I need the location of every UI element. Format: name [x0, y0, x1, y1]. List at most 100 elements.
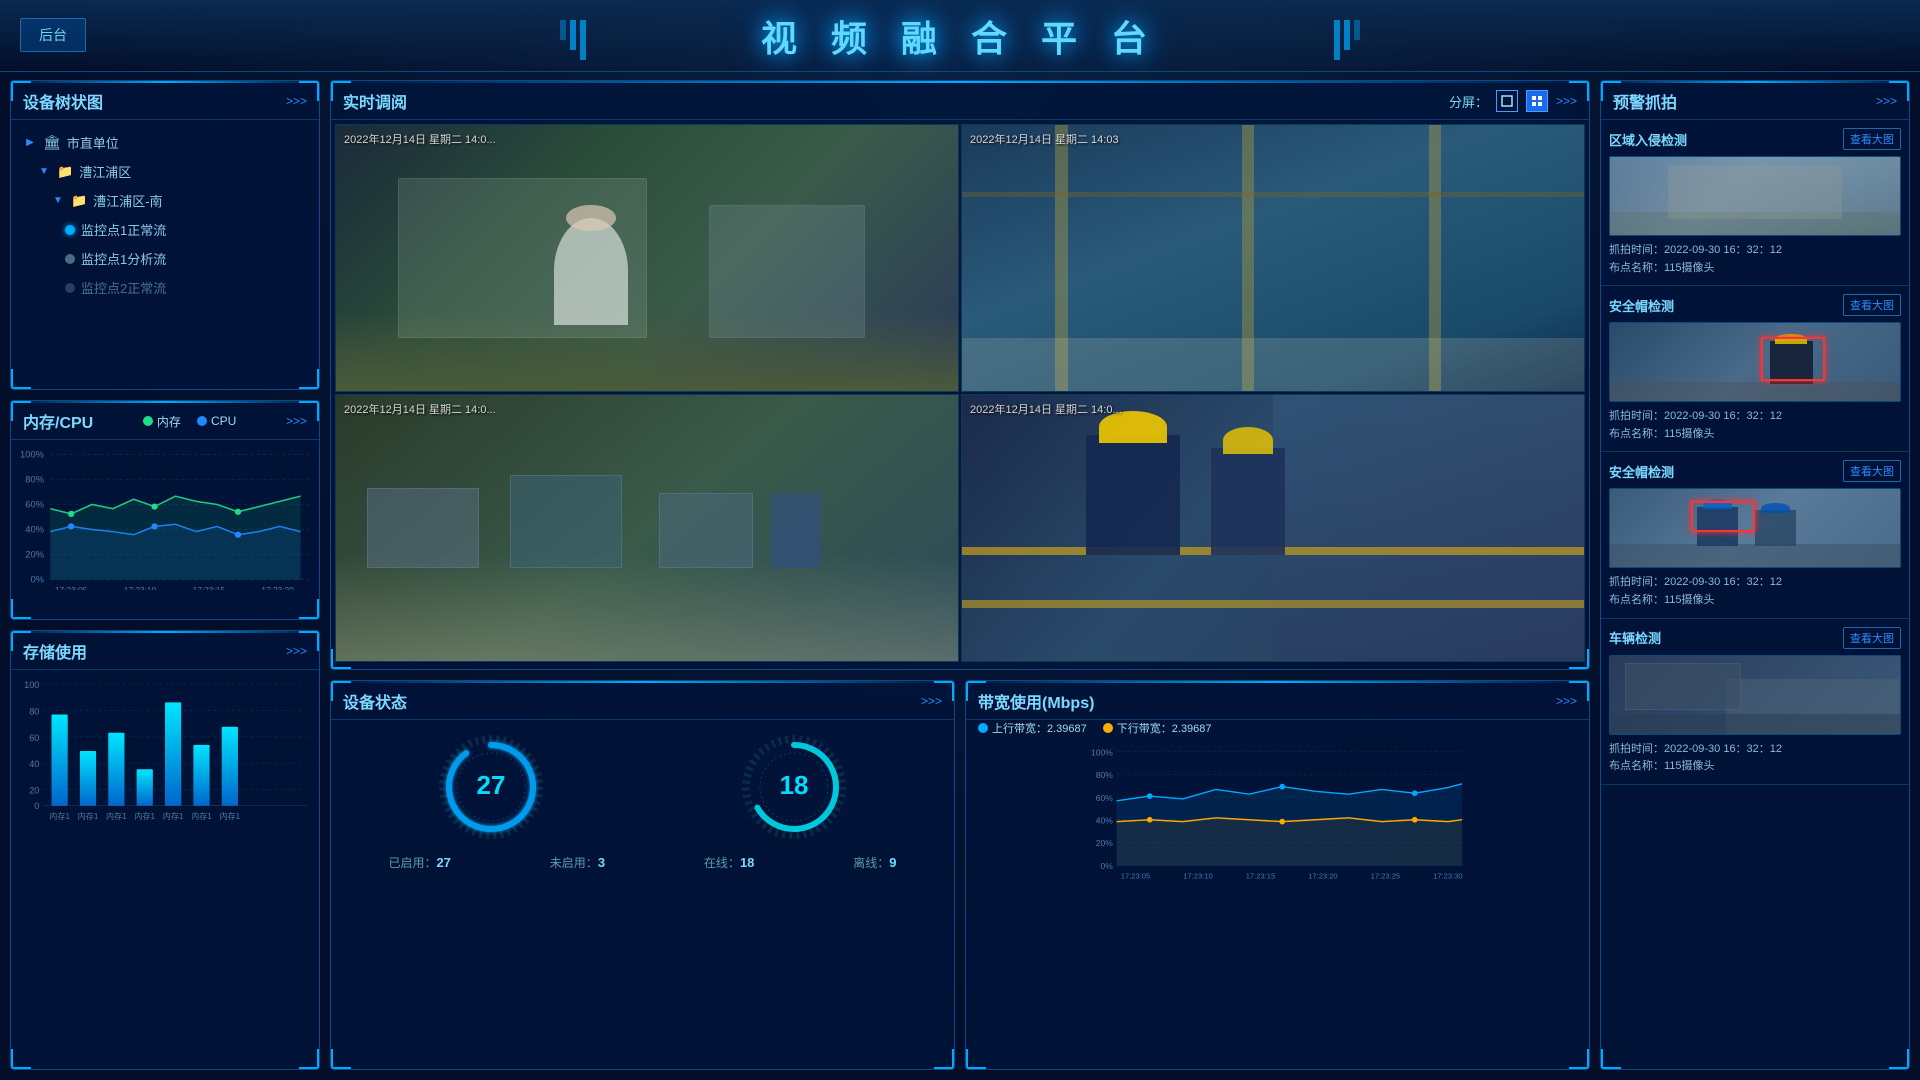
video-timestamp-3: 2022年12月14日 星期二 14:0... — [344, 401, 496, 417]
bw-chart-svg: 100% 80% 60% 40% 20% 0% — [974, 744, 1581, 886]
cpu-header: 内存/CPU 内存 CPU >>> — [11, 401, 319, 440]
screen-2x2-btn[interactable] — [1526, 90, 1548, 112]
cpu-chart-svg: 100% 80% 60% 40% 20% 0% 17:23:05 17:23:1… — [19, 444, 311, 590]
legend-download: 下行带宽：2.39687 — [1103, 720, 1212, 736]
alert-item-2-header: 安全帽检测 查看大图 — [1609, 294, 1901, 316]
video-timestamp-2: 2022年12月14日 星期二 14:03 — [970, 131, 1119, 147]
svg-text:17:23:05: 17:23:05 — [1121, 871, 1150, 880]
gauge-stat-offline: 离线：9 — [853, 854, 896, 871]
gauge-2: 18 — [739, 732, 849, 842]
screen-1x1-btn[interactable] — [1496, 90, 1518, 112]
cpu-legend: 内存 CPU — [143, 413, 236, 430]
storage-chart-container: 100 80 60 40 20 0 — [11, 670, 319, 830]
video-timestamp-1: 2022年12月14日 星期二 14:0... — [344, 131, 496, 147]
offline-label: 离线：9 — [853, 854, 896, 871]
svg-text:60: 60 — [29, 733, 39, 743]
page-title: 视 频 融 合 平 台 — [761, 10, 1159, 62]
center-column: 实时调阅 分屏： — [330, 80, 1590, 1070]
video-grid: 2022年12月14日 星期二 14:0... — [331, 120, 1589, 666]
alert-item-4: 车辆检测 查看大图 抓拍时间：2022-09-30 16：32 — [1601, 619, 1909, 785]
legend-dot-upload — [978, 723, 988, 733]
svg-text:100: 100 — [24, 680, 39, 690]
cpu-chart-area: 100% 80% 60% 40% 20% 0% 17:23:05 17:23:1… — [11, 440, 319, 590]
svg-text:0%: 0% — [30, 575, 44, 585]
alert-type-2: 安全帽检测 — [1609, 296, 1674, 315]
alert-view-btn-3[interactable]: 查看大图 — [1843, 460, 1901, 482]
alert-thumbnail-4 — [1609, 655, 1901, 735]
svg-text:内存1: 内存1 — [220, 811, 241, 821]
gauge-1: 27 — [436, 732, 546, 842]
video-cell-2[interactable]: 2022年12月14日 星期二 14:03 — [961, 124, 1585, 392]
svg-text:80%: 80% — [25, 475, 44, 485]
device-tree-title: 设备树状图 — [23, 89, 103, 113]
alert-type-1: 区域入侵检测 — [1609, 130, 1687, 149]
status-dot-cam3 — [65, 283, 75, 293]
legend-cpu: CPU — [197, 414, 236, 428]
gauge-svg-1: 27 — [436, 732, 546, 842]
bw-legend: 上行带宽：2.39687 下行带宽：2.39687 — [966, 720, 1589, 740]
svg-text:17:23:30: 17:23:30 — [1433, 871, 1462, 880]
video-cell-1[interactable]: 2022年12月14日 星期二 14:0... — [335, 124, 959, 392]
bandwidth-title: 带宽使用(Mbps) — [978, 689, 1094, 713]
alert-info-3: 抓拍时间：2022-09-30 16：32：12 布点名称：115摄像头 — [1609, 574, 1901, 609]
tree-arrow-icon-d2: ▼ — [51, 194, 65, 208]
tree-item-city[interactable]: ▶ 🏛 市直单位 — [23, 128, 307, 157]
svg-text:内存1: 内存1 — [106, 811, 127, 821]
gauge-stat-enabled: 已启用：27 — [388, 854, 450, 871]
svg-text:80%: 80% — [1096, 770, 1113, 780]
device-status-header: 设备状态 >>> — [331, 681, 954, 720]
gauge-label-row: 已启用：27 未启用：3 在线：18 — [331, 854, 954, 879]
legend-dot-memory — [143, 416, 153, 426]
alert-info-2: 抓拍时间：2022-09-30 16：32：12 布点名称：115摄像头 — [1609, 408, 1901, 443]
svg-text:内存1: 内存1 — [78, 811, 99, 821]
disabled-label: 未启用：3 — [550, 854, 605, 871]
svg-text:0: 0 — [34, 801, 39, 811]
bandwidth-panel: 带宽使用(Mbps) >>> 上行带宽：2.39687 下行带宽：2.39687 — [965, 680, 1590, 1070]
tree-item-district2[interactable]: ▼ 📁 漕江浦区-南 — [23, 186, 307, 215]
header-deco-left — [560, 20, 586, 60]
tree-item-cam1[interactable]: 监控点1正常流 — [23, 215, 307, 244]
alert-info-1: 抓拍时间：2022-09-30 16：32：12 布点名称：115摄像头 — [1609, 242, 1901, 277]
back-button[interactable]: 后台 — [20, 18, 86, 52]
svg-text:内存1: 内存1 — [49, 811, 70, 821]
device-status-panel: 设备状态 >>> — [330, 680, 955, 1070]
svg-text:27: 27 — [476, 770, 505, 800]
screen-controls: 分屏： >>> — [1449, 90, 1577, 112]
device-tree-header: 设备树状图 >>> — [11, 81, 319, 120]
storage-panel: 存储使用 >>> 100 80 60 40 20 0 — [10, 630, 320, 1070]
svg-text:内存1: 内存1 — [163, 811, 184, 821]
tree-item-cam3[interactable]: 监控点2正常流 — [23, 273, 307, 302]
svg-text:17:23:15: 17:23:15 — [193, 585, 226, 590]
alert-item-3-header: 安全帽检测 查看大图 — [1609, 460, 1901, 482]
alert-view-btn-2[interactable]: 查看大图 — [1843, 294, 1901, 316]
alert-thumbnail-2 — [1609, 322, 1901, 402]
enabled-label: 已启用：27 — [388, 854, 450, 871]
video-cell-3[interactable]: 2022年12月14日 星期二 14:0... — [335, 394, 959, 662]
tree-item-district1[interactable]: ▼ 📁 漕江浦区 — [23, 157, 307, 186]
status-dot-cam2 — [65, 254, 75, 264]
alert-thumbnail-1 — [1609, 156, 1901, 236]
enabled-value: 27 — [436, 855, 450, 870]
tree-arrow-icon: ▶ — [23, 136, 37, 150]
header: 后台 视 频 融 合 平 台 — [0, 0, 1920, 72]
svg-text:100%: 100% — [20, 450, 44, 460]
cpu-title: 内存/CPU — [23, 409, 93, 433]
video-panel-title: 实时调阅 — [343, 89, 407, 113]
alert-item-3: 安全帽检测 查看大图 — [1601, 452, 1909, 618]
svg-text:20%: 20% — [1096, 838, 1113, 848]
svg-text:17:23:10: 17:23:10 — [124, 585, 157, 590]
storage-header: 存储使用 >>> — [11, 631, 319, 670]
alert-info-4: 抓拍时间：2022-09-30 16：32：12 布点名称：115摄像头 — [1609, 741, 1901, 776]
gauge-svg-2: 18 — [739, 732, 849, 842]
online-label: 在线：18 — [704, 854, 754, 871]
alert-item-2: 安全帽检测 查看大图 抓拍时间： — [1601, 286, 1909, 452]
video-cell-4[interactable]: 2022年12月14日 星期二 14:0... — [961, 394, 1585, 662]
alert-view-btn-4[interactable]: 查看大图 — [1843, 627, 1901, 649]
alert-item-1: 区域入侵检测 查看大图 抓拍时间：2022-09-30 16：32：12 — [1601, 120, 1909, 286]
tree-item-cam2[interactable]: 监控点1分析流 — [23, 244, 307, 273]
screen-label: 分屏： — [1449, 92, 1488, 111]
alert-view-btn-1[interactable]: 查看大图 — [1843, 128, 1901, 150]
storage-chart-svg: 100 80 60 40 20 0 — [19, 674, 311, 826]
cpu-panel: 内存/CPU 内存 CPU >>> — [10, 400, 320, 620]
video-panel-header: 实时调阅 分屏： — [331, 81, 1589, 120]
